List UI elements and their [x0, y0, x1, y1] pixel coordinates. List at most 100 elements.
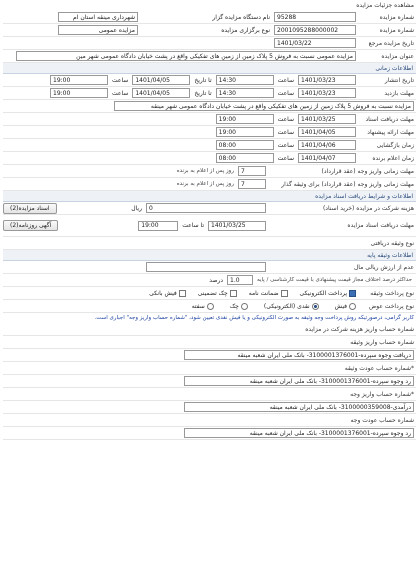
- base-value-field[interactable]: [146, 262, 266, 272]
- visit-time-label: ساعت: [277, 89, 294, 97]
- publish-until-label: تا تاریخ: [194, 76, 212, 84]
- method-certified-check-checkbox[interactable]: [229, 289, 237, 297]
- method-bank-guarantee[interactable]: ضمانت نامه: [248, 289, 288, 297]
- contract-deadline-field[interactable]: 7: [238, 166, 266, 176]
- row-return: *شماره حساب عودت وثیقه: [3, 362, 416, 375]
- doc-deadline-time-field[interactable]: 19:00: [138, 220, 179, 231]
- doc-deadline-label: مهلت دریافت اسناد مزایده: [347, 222, 414, 229]
- row-subject: عنوان مزایده مزایده عمومی نسبت به فروش 5…: [3, 50, 416, 63]
- page-title: مشاهده جزئیات مزایده: [356, 2, 414, 9]
- visit-until-label: تا تاریخ: [194, 89, 212, 97]
- method-electronic[interactable]: پرداخت الکترونیکی: [299, 289, 356, 297]
- guarantee-methods-label: نوع پرداخت وثیقه: [370, 289, 414, 297]
- auction-docs-button[interactable]: اسناد مزایده(2): [3, 202, 57, 214]
- announce-date-field[interactable]: 1401/04/07: [298, 153, 356, 163]
- guarantee-section-title: اطلاعات وثیقه پایه: [3, 250, 416, 261]
- need-number-field[interactable]: 2001095288000002: [274, 25, 356, 35]
- refund-label: شماره حساب عودت وجه: [350, 416, 414, 424]
- pay-promissory-radio[interactable]: [206, 302, 214, 310]
- row-refund-value: رد وجوه سپرده-3100001376001- بانک ملی ای…: [3, 427, 416, 440]
- submit-label: مهلت ارائه پیشنهاد: [367, 128, 414, 136]
- pay-check-radio[interactable]: [240, 302, 248, 310]
- row-submit: مهلت ارائه پیشنهاد 1401/04/05 ساعت 19:00: [3, 126, 416, 139]
- row-need-number: شماره مزایده 2001095288000002 نوع برگزار…: [3, 24, 416, 37]
- publish-until-date-field[interactable]: 1401/04/05: [132, 75, 191, 85]
- currency-label: ریال: [131, 204, 142, 212]
- row-account: شماره حساب واریز وثیقه: [3, 336, 416, 349]
- visit-until-date-field[interactable]: 1401/04/05: [132, 88, 191, 98]
- publish-until-time-label: ساعت: [112, 76, 129, 84]
- newspaper-ads-button[interactable]: آگهی روزنامه(2): [3, 220, 59, 231]
- method-bank-slip-checkbox[interactable]: [178, 289, 186, 297]
- row-min-percent: حداکثر درصد اختلاف مجاز قیمت پیشنهادی با…: [3, 274, 416, 287]
- announce-time-field[interactable]: 08:00: [215, 153, 274, 163]
- pay-slip[interactable]: فیش: [334, 302, 356, 310]
- method-bank-guarantee-label: ضمانت نامه: [248, 289, 279, 297]
- publish-date-field[interactable]: 1401/03/23: [298, 75, 356, 85]
- min-percent-field[interactable]: 1.0: [227, 275, 254, 285]
- row-guarantee-type: نوع وثیقه دریافتی: [3, 237, 416, 250]
- pay-promissory[interactable]: سفته: [192, 302, 214, 310]
- auction-number-field[interactable]: 95288: [274, 12, 356, 22]
- method-bank-slip-label: فیش بانکی: [149, 289, 177, 297]
- visit-address-field[interactable]: مزایده نسبت به فروش 5 پلاک زمین از زمین …: [114, 101, 414, 111]
- open-date-field[interactable]: 1401/04/06: [298, 140, 356, 150]
- publish-label: تاریخ انتشار: [384, 76, 414, 84]
- guarantee-deadline-field[interactable]: 7: [238, 179, 266, 189]
- contract-deadline-unit: روز پس از اعلام به برنده: [176, 168, 234, 174]
- min-percent-label: حداکثر درصد اختلاف مجاز قیمت پیشنهادی با…: [257, 277, 412, 283]
- guarantee-deadline-unit: روز پس از اعلام به برنده: [176, 181, 234, 187]
- pay-cash-radio[interactable]: [311, 302, 319, 310]
- subject-field[interactable]: مزایده عمومی نسبت به فروش 5 پلاک زمین از…: [16, 51, 356, 61]
- method-certified-check[interactable]: چک تضمینی: [198, 289, 237, 297]
- pay-slip-label: فیش: [334, 302, 347, 310]
- publish-time-field[interactable]: 14:30: [215, 75, 274, 85]
- doc-receive-time-label: ساعت: [277, 115, 294, 123]
- payment-note: کاربر گرامی، درصورتیکه روش پرداخت وجه وث…: [94, 315, 414, 321]
- open-label: زمان بازگشایی: [376, 141, 414, 149]
- row-pay-methods: نوع پرداخت عوض فیش نقدی (الکترونیکی) چک …: [3, 300, 416, 313]
- announce-label: زمان اعلام برنده: [372, 154, 414, 162]
- base-value-label: عدم از ارزش ریالی مال: [353, 263, 414, 271]
- method-bank-slip[interactable]: فیش بانکی: [149, 289, 186, 297]
- doc-deadline-date-field[interactable]: 1401/03/25: [208, 220, 266, 231]
- type-label: نوع برگزاری مزایده: [221, 26, 270, 34]
- auction-detail-page: مشاهده جزئیات مزایده شماره مزایده 95288 …: [0, 0, 419, 576]
- pay-slip-radio[interactable]: [349, 302, 356, 310]
- doc-price-field[interactable]: 0: [146, 203, 266, 213]
- doc-price-label: هزینه شرکت در مزایده (خرید اسناد): [322, 204, 414, 212]
- open-time-field[interactable]: 08:00: [215, 140, 274, 150]
- gateway-field[interactable]: شهرداری مینقه استان ام: [58, 12, 138, 22]
- method-bank-guarantee-checkbox[interactable]: [280, 289, 288, 297]
- row-publish: تاریخ انتشار 1401/03/23 ساعت 14:30 تا تا…: [3, 74, 416, 87]
- pay-check[interactable]: چک: [230, 302, 248, 310]
- ref-date-field[interactable]: 1401/03/22: [274, 38, 356, 48]
- ref-date-label: تاریخ مزایده مرجع: [368, 39, 414, 47]
- need-number-label: شماره مزایده: [379, 26, 414, 34]
- subject-label: عنوان مزایده: [381, 52, 414, 60]
- visit-until-time-field[interactable]: 19:00: [50, 88, 108, 98]
- submit-date-field[interactable]: 1401/04/05: [298, 127, 356, 137]
- refund-value-field[interactable]: رد وجوه سپرده-3100001376001- بانک ملی ای…: [184, 428, 414, 438]
- type-field[interactable]: مزایده عمومی: [58, 25, 138, 35]
- account-value-field[interactable]: دریافت وجوه سپرده-3100001376001- بانک مل…: [184, 350, 414, 360]
- row-guarantee-deadline: مهلت زمانی واریز وجه (عقد قرارداد) برای …: [3, 178, 416, 191]
- pay-cash[interactable]: نقدی (الکترونیکی): [263, 302, 319, 310]
- account-section-label: شماره حساب واریز هزینه شرکت در مزایده: [305, 325, 414, 333]
- visit-date-field[interactable]: 1401/03/23: [298, 88, 356, 98]
- publish-until-time-field[interactable]: 19:00: [50, 75, 108, 85]
- return-value-field[interactable]: رد وجوه سپرده-3100001376001- بانک ملی ای…: [184, 376, 414, 386]
- pay-account-value-field[interactable]: درآمدی-3100000359008- بانک ملی ایران شعب…: [184, 402, 414, 412]
- row-contract-deadline: مهلت زمانی واریز وجه (عقد قرارداد) 7 روز…: [3, 165, 416, 178]
- visit-time-field[interactable]: 14:30: [215, 88, 274, 98]
- doc-receive-time-field[interactable]: 19:00: [215, 114, 274, 124]
- row-account-section: شماره حساب واریز هزینه شرکت در مزایده: [3, 323, 416, 336]
- percent-label: درصد: [209, 276, 224, 284]
- row-open: زمان بازگشایی 1401/04/06 ساعت 08:00: [3, 139, 416, 152]
- method-electronic-checkbox[interactable]: [349, 289, 356, 297]
- doc-receive-date-field[interactable]: 1401/03/25: [298, 114, 356, 124]
- method-electronic-label: پرداخت الکترونیکی: [299, 289, 347, 297]
- submit-time-field[interactable]: 19:00: [215, 127, 274, 137]
- account-label: شماره حساب واریز وثیقه: [350, 338, 414, 346]
- pay-cash-label: نقدی (الکترونیکی): [263, 302, 310, 310]
